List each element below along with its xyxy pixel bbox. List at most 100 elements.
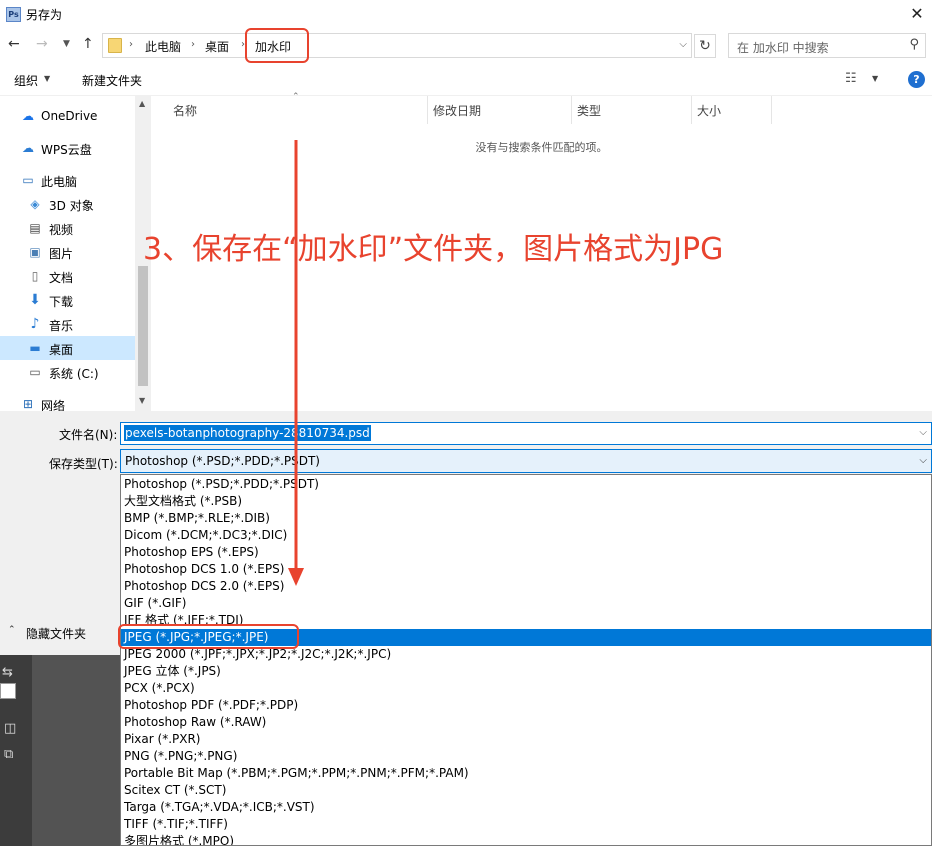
arrow-left-icon: ← [8, 36, 20, 52]
annotation-highlight-folder [245, 28, 309, 63]
filename-field[interactable]: pexels-botanphotography-28810734.psd ⌵ [120, 422, 932, 445]
chevron-down-icon[interactable]: ▼ [139, 396, 145, 405]
column-header-date[interactable]: 修改日期 [433, 102, 481, 119]
filename-value: pexels-botanphotography-28810734.psd [124, 425, 371, 441]
network-icon: ⊞ [22, 397, 34, 411]
column-divider[interactable] [771, 96, 772, 124]
close-button[interactable]: ✕ [902, 0, 932, 30]
recent-locations-button[interactable]: ▼ [63, 39, 70, 49]
chevron-down-icon[interactable]: ▼ [872, 74, 878, 83]
sidebar-item-this-pc[interactable]: ▭ 此电脑 [0, 168, 135, 192]
column-divider[interactable] [691, 96, 692, 124]
dropdown-option[interactable]: BMP (*.BMP;*.RLE;*.DIB) [121, 510, 931, 527]
dropdown-option[interactable]: 大型文档格式 (*.PSB) [121, 493, 931, 510]
breadcrumb-separator-icon: › [129, 39, 133, 50]
breadcrumb-desktop[interactable]: 桌面 [205, 38, 229, 55]
hide-folders-button[interactable]: 隐藏文件夹 [26, 625, 86, 642]
new-folder-button[interactable]: 新建文件夹 [82, 72, 142, 89]
chevron-up-icon[interactable]: ⌃ [8, 625, 16, 635]
dropdown-option[interactable]: Dicom (*.DCM;*.DC3;*.DIC) [121, 527, 931, 544]
search-icon: ⚲ [909, 37, 919, 52]
picture-icon: ▣ [29, 245, 41, 259]
dropdown-option[interactable]: Portable Bit Map (*.PBM;*.PGM;*.PPM;*.PN… [121, 765, 931, 782]
quick-mask-icon[interactable]: ◫ [4, 721, 16, 736]
annotation-arrow-icon [288, 140, 304, 586]
save-type-label: 保存类型(T): [49, 457, 118, 471]
cloud-icon: ☁ [22, 141, 34, 155]
sidebar-item-3d-objects[interactable]: ◈ 3D 对象 [0, 192, 135, 216]
back-button[interactable]: ← [8, 36, 20, 52]
navigation-bar: ← → ▼ ↑ › 此电脑 › 桌面 › 加水印 ⌵ ↻ 在 加水印 中搜索 ⚲ [0, 30, 932, 62]
refresh-button[interactable]: ↻ [694, 34, 716, 58]
dropdown-option[interactable]: Targa (*.TGA;*.VDA;*.ICB;*.VST) [121, 799, 931, 816]
sidebar-item-desktop[interactable]: ▬ 桌面 [0, 336, 135, 360]
column-header-type[interactable]: 类型 [577, 102, 601, 119]
view-options-icon[interactable]: ☷ [845, 71, 857, 86]
sidebar-item-system-drive[interactable]: ▭ 系统 (C:) [0, 360, 135, 384]
sidebar-item-onedrive[interactable]: ☁ OneDrive [0, 104, 135, 128]
help-icon[interactable]: ? [908, 71, 925, 88]
up-button[interactable]: ↑ [82, 36, 94, 52]
chevron-down-icon: ▼ [63, 39, 70, 49]
navigation-pane: ☁ OneDrive ☁ WPS云盘 ▭ 此电脑 ◈ 3D 对象 ▤ 视频 ▣ … [0, 96, 151, 411]
column-divider[interactable] [427, 96, 428, 124]
desktop-icon: ▬ [29, 341, 41, 355]
dropdown-option[interactable]: Pixar (*.PXR) [121, 731, 931, 748]
chevron-down-icon[interactable]: ⌵ [679, 39, 687, 50]
sidebar-item-label: 此电脑 [41, 175, 78, 189]
sidebar-item-documents[interactable]: ▯ 文档 [0, 264, 135, 288]
drive-icon: ▭ [29, 365, 41, 379]
dropdown-option[interactable]: GIF (*.GIF) [121, 595, 931, 612]
dropdown-option[interactable]: Photoshop DCS 1.0 (*.EPS) [121, 561, 931, 578]
sidebar-item-videos[interactable]: ▤ 视频 [0, 216, 135, 240]
breadcrumb-this-pc[interactable]: 此电脑 [145, 38, 181, 55]
column-divider[interactable] [571, 96, 572, 124]
address-bar[interactable]: › 此电脑 › 桌面 › 加水印 ⌵ [102, 33, 692, 58]
dropdown-option[interactable]: Photoshop DCS 2.0 (*.EPS) [121, 578, 931, 595]
window-title: 另存为 [26, 8, 63, 22]
sidebar-item-label: 系统 (C:) [49, 367, 99, 381]
column-header-name[interactable]: 名称 [173, 102, 197, 119]
chevron-down-icon[interactable]: ⌵ [919, 427, 927, 438]
dropdown-option[interactable]: PNG (*.PNG;*.PNG) [121, 748, 931, 765]
sidebar-item-wps-cloud[interactable]: ☁ WPS云盘 [0, 136, 135, 160]
dropdown-option[interactable]: PCX (*.PCX) [121, 680, 931, 697]
sidebar-item-label: 3D 对象 [49, 199, 94, 213]
dropdown-option[interactable]: Scitex CT (*.SCT) [121, 782, 931, 799]
music-icon: ♪ [30, 316, 40, 332]
document-icon: ▯ [31, 269, 39, 283]
screen-mode-icon[interactable]: ⧉ [4, 747, 13, 762]
dropdown-option[interactable]: JPEG 立体 (*.JPS) [121, 663, 931, 680]
dropdown-option[interactable]: TIFF (*.TIF;*.TIFF) [121, 816, 931, 833]
dropdown-option[interactable]: Photoshop PDF (*.PDF;*.PDP) [121, 697, 931, 714]
scrollbar-thumb[interactable] [138, 266, 148, 386]
foreground-color-swatch[interactable] [0, 683, 16, 699]
sidebar-item-label: WPS云盘 [41, 143, 92, 157]
forward-button[interactable]: → [36, 36, 48, 52]
save-type-dropdown-list[interactable]: Photoshop (*.PSD;*.PDD;*.PSDT) 大型文档格式 (*.… [120, 474, 932, 846]
sidebar-item-label: 视频 [49, 223, 74, 237]
column-header-size[interactable]: 大小 [697, 102, 721, 119]
dropdown-option[interactable]: 多图片格式 (*.MPO) [121, 833, 931, 845]
search-placeholder: 在 加水印 中搜索 [737, 41, 829, 55]
dropdown-option[interactable]: Photoshop Raw (*.RAW) [121, 714, 931, 731]
save-type-select[interactable]: Photoshop (*.PSD;*.PDD;*.PSDT) ⌵ [120, 449, 932, 473]
sidebar-item-music[interactable]: ♪ 音乐 [0, 312, 135, 336]
sidebar-item-network[interactable]: ⊞ 网络 [0, 392, 135, 411]
sidebar-item-label: 下载 [49, 295, 74, 309]
download-icon: ⬇ [29, 292, 41, 308]
sidebar-item-downloads[interactable]: ⬇ 下载 [0, 288, 135, 312]
video-icon: ▤ [29, 221, 41, 235]
filename-label: 文件名(N): [59, 428, 118, 442]
sidebar-item-label: OneDrive [41, 109, 98, 123]
dropdown-option[interactable]: Photoshop (*.PSD;*.PDD;*.PSDT) [121, 476, 931, 493]
photoshop-app-icon: Ps [6, 7, 21, 22]
dropdown-option[interactable]: Photoshop EPS (*.EPS) [121, 544, 931, 561]
search-input[interactable]: 在 加水印 中搜索 ⚲ [728, 33, 926, 58]
chevron-down-icon[interactable]: ⌵ [919, 455, 927, 466]
swap-colors-icon[interactable]: ⇆ [2, 665, 13, 680]
photoshop-toolbar: ⇆ ◫ ⧉ [0, 655, 32, 846]
chevron-up-icon[interactable]: ▲ [139, 99, 145, 108]
sidebar-item-pictures[interactable]: ▣ 图片 [0, 240, 135, 264]
organize-menu-button[interactable]: 组织 [14, 72, 38, 89]
